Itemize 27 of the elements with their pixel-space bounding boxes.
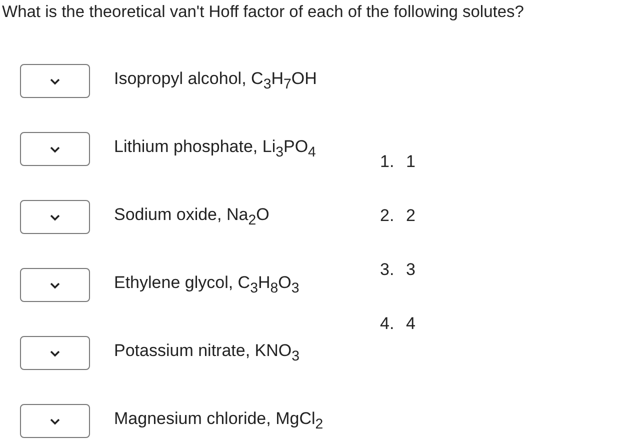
option-text: 1 xyxy=(406,152,416,172)
option-text: 2 xyxy=(406,206,416,226)
solute-label: Sodium oxide, Na$_{2}$O xyxy=(114,205,270,229)
answer-dropdown[interactable] xyxy=(20,336,90,370)
solute-label: Lithium phosphate, Li$_{3}$PO$_{4}$ xyxy=(114,137,316,161)
solute-label: Potassium nitrate, KNO$_{3}$ xyxy=(114,341,300,365)
answer-dropdown[interactable] xyxy=(20,268,90,302)
chevron-down-icon xyxy=(50,282,60,288)
solute-label: Magnesium chloride, MgCl$_{2}$ xyxy=(114,409,324,433)
answer-dropdown[interactable] xyxy=(20,200,90,234)
option-number: 2. xyxy=(380,206,396,226)
option-number: 4. xyxy=(380,314,396,334)
chevron-down-icon xyxy=(50,418,60,424)
question-text: What is the theoretical van't Hoff factor of each of the following solutes? xyxy=(1,2,525,22)
answer-dropdown[interactable] xyxy=(20,64,90,98)
chevron-down-icon xyxy=(50,78,60,84)
answer-dropdown[interactable] xyxy=(20,132,90,166)
option-number: 1. xyxy=(380,152,396,172)
solute-label: Isopropyl alcohol, C$_{3}$H$_{7}$OH xyxy=(114,69,317,93)
option-number: 3. xyxy=(380,260,396,280)
chevron-down-icon xyxy=(50,146,60,152)
solute-label: Ethylene glycol, C$_{3}$H$_{8}$O$_{3}$ xyxy=(114,273,300,297)
option-text: 3 xyxy=(406,260,416,280)
option-text: 4 xyxy=(406,314,416,334)
chevron-down-icon xyxy=(50,214,60,220)
chevron-down-icon xyxy=(50,350,60,356)
answer-dropdown[interactable] xyxy=(20,404,90,438)
